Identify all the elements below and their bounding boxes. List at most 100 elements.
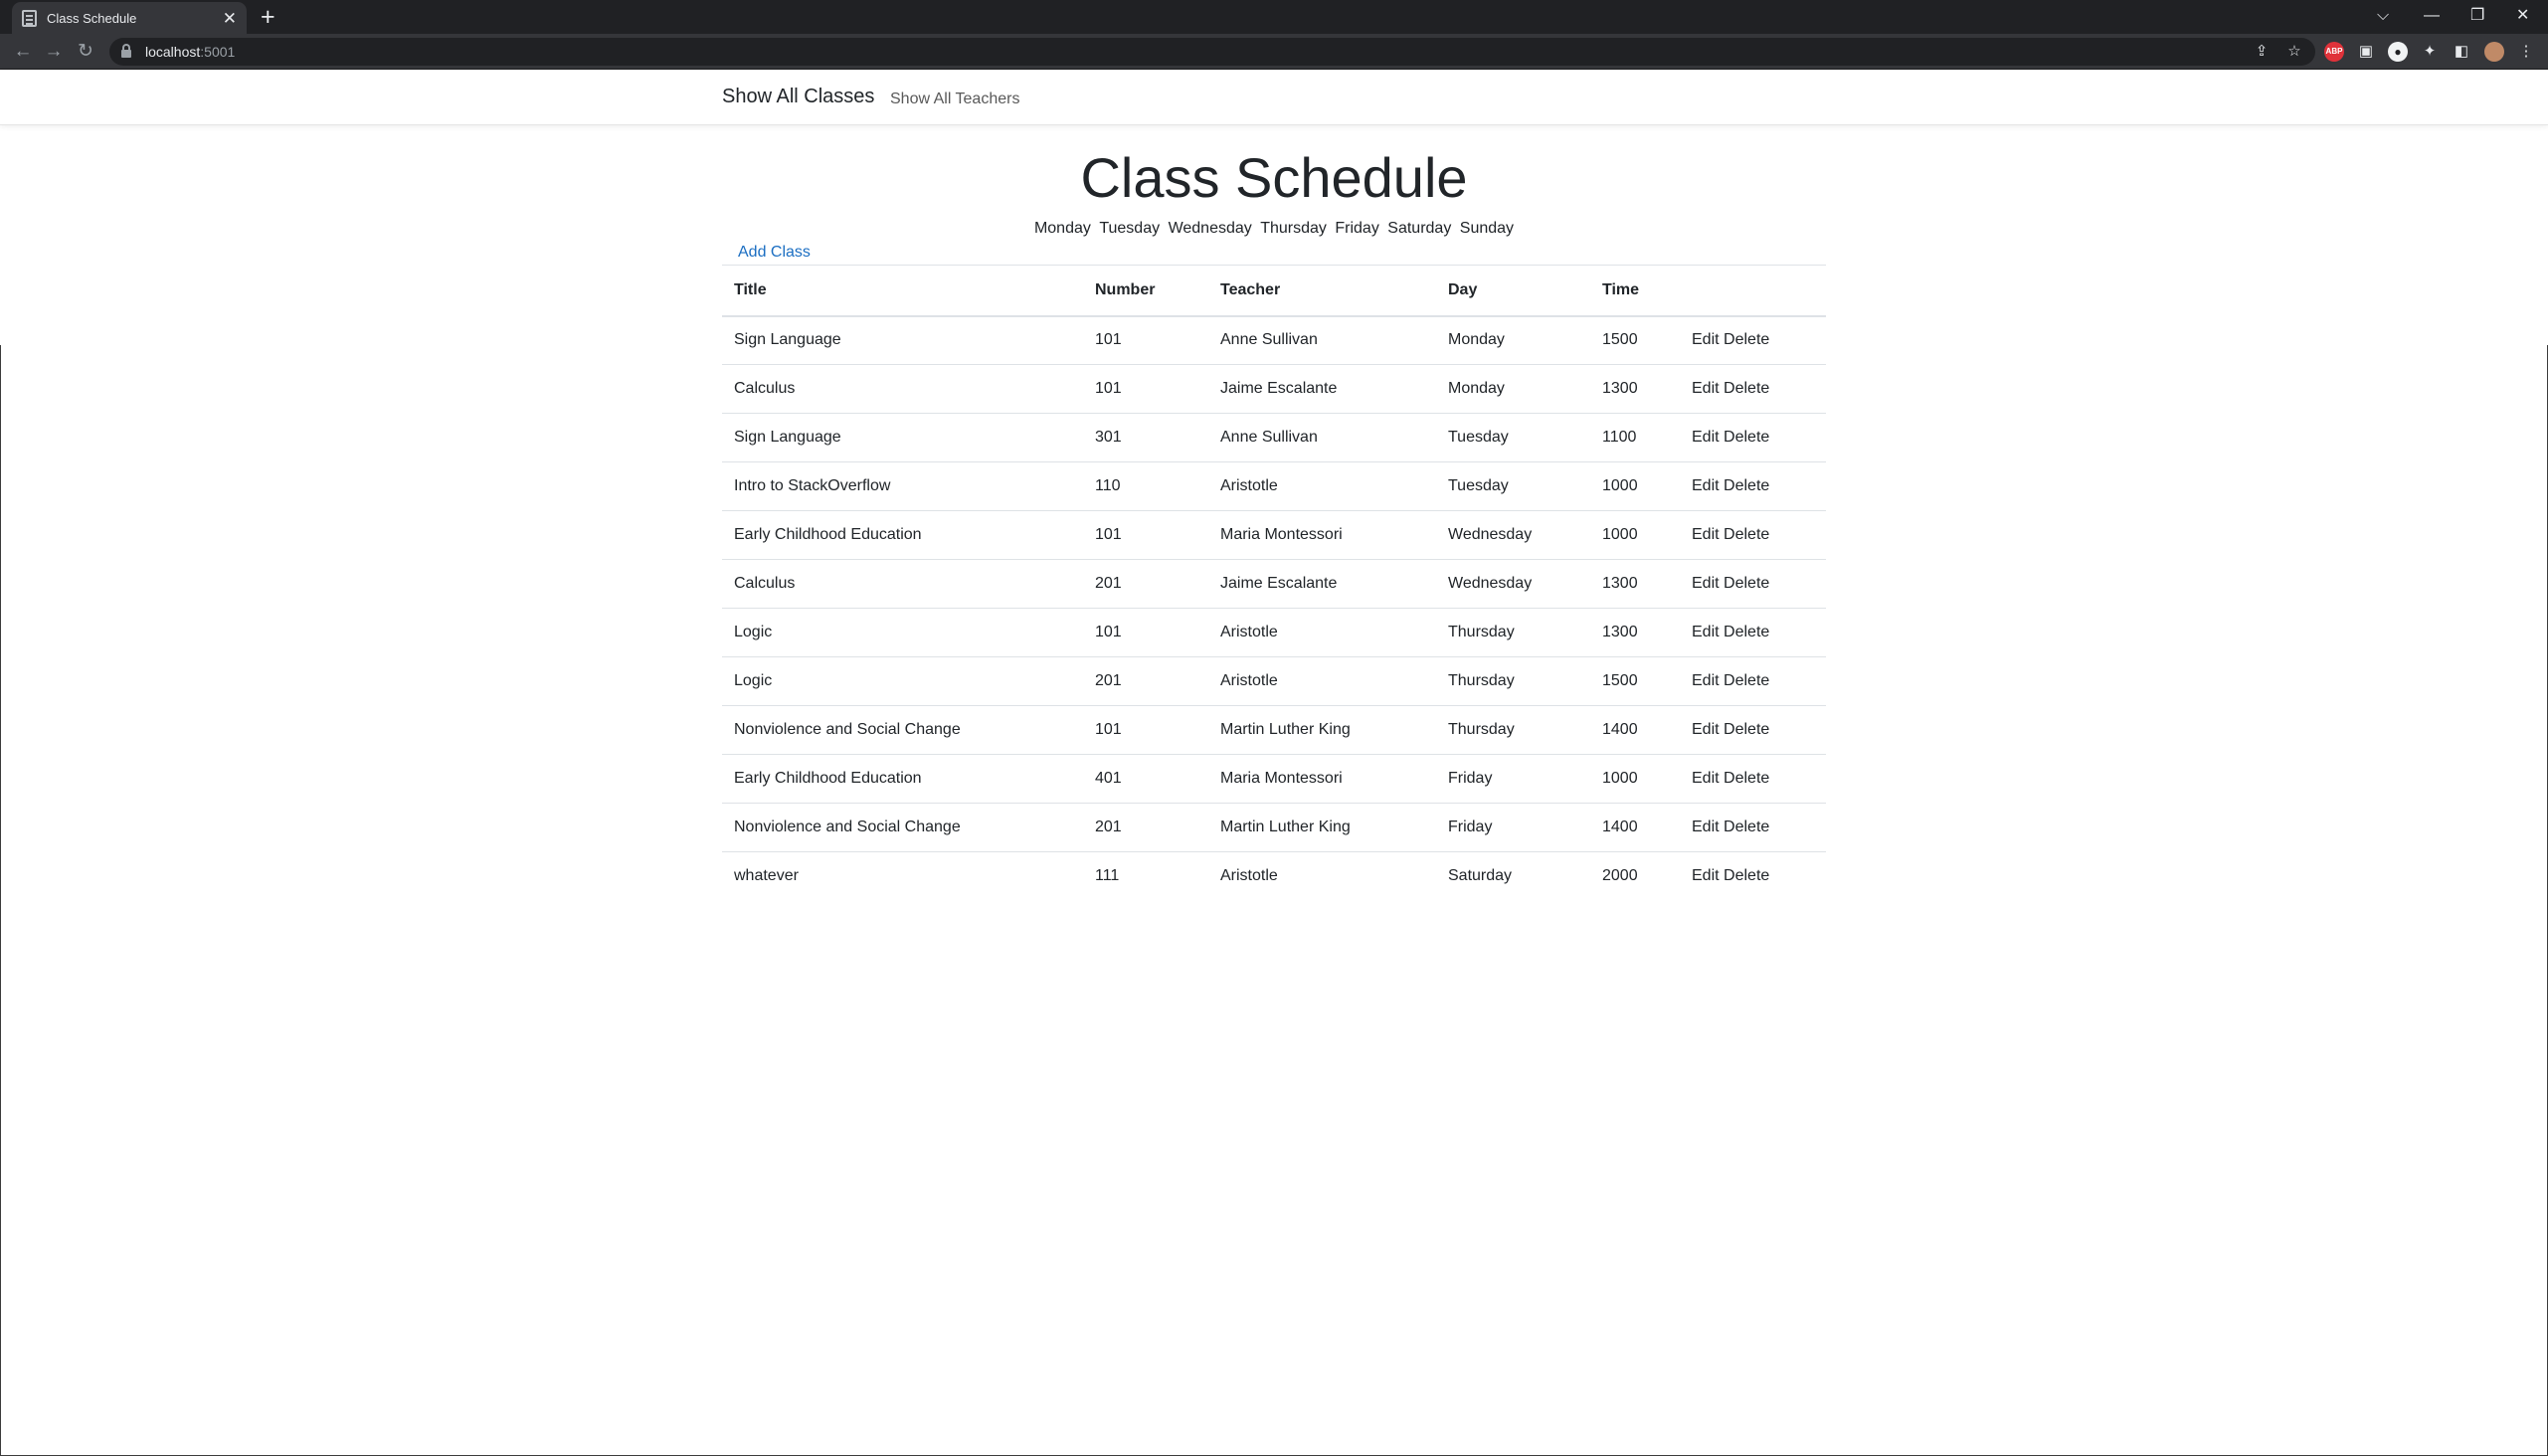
edit-link[interactable]: Edit (1692, 380, 1720, 397)
cell-title: Intro to StackOverflow (722, 461, 1083, 511)
delete-link[interactable]: Delete (1724, 380, 1769, 397)
cell-actions: Edit Delete (1680, 705, 1826, 755)
delete-link[interactable]: Delete (1724, 526, 1769, 543)
cell-title: Sign Language (722, 315, 1083, 365)
column-header-number: Number (1083, 265, 1208, 317)
close-tab-icon[interactable]: ✕ (223, 10, 237, 27)
bookmark-star-icon[interactable]: ☆ (2284, 42, 2304, 62)
edit-link[interactable]: Edit (1692, 867, 1720, 884)
edit-link[interactable]: Edit (1692, 770, 1720, 787)
table-row: Sign Language 101 Anne Sullivan Monday 1500 E… (722, 315, 1826, 365)
extensions-puzzle-icon[interactable]: ✦ (2420, 42, 2440, 62)
table-row: Logic 101 Aristotle Thursday 1300 Edit Delete (722, 608, 1826, 657)
cell-day: Monday (1436, 315, 1590, 365)
adblock-extension-icon[interactable]: ABP (2324, 42, 2344, 62)
delete-link[interactable]: Delete (1724, 770, 1769, 787)
delete-link[interactable]: Delete (1724, 624, 1769, 640)
day-link-tuesday[interactable]: Tuesday (1099, 220, 1160, 237)
tab-search-icon[interactable]: ⌵ (2377, 3, 2389, 29)
cell-number: 401 (1083, 754, 1208, 804)
cell-teacher: Anne Sullivan (1208, 315, 1436, 365)
delete-link[interactable]: Delete (1724, 477, 1769, 494)
day-link-friday[interactable]: Friday (1335, 220, 1378, 237)
delete-link[interactable]: Delete (1724, 721, 1769, 738)
table-row: Nonviolence and Social Change 201 Martin L… (722, 803, 1826, 852)
show-all-teachers-link[interactable]: Show All Teachers (890, 91, 1019, 108)
reload-icon[interactable]: ↻ (73, 39, 98, 65)
table-row: Calculus 101 Jaime Escalante Monday 1300 Edit… (722, 364, 1826, 414)
cell-day: Monday (1436, 364, 1590, 414)
cell-title: Nonviolence and Social Change (722, 803, 1083, 852)
profile-avatar[interactable] (2484, 42, 2504, 62)
table-row: Intro to StackOverflow 110 Aristotle Tuesda… (722, 461, 1826, 511)
table-row: whatever 111 Aristotle Saturday 2000 Edit Del… (722, 852, 1826, 901)
edit-link[interactable]: Edit (1692, 429, 1720, 446)
cell-number: 301 (1083, 413, 1208, 462)
restore-button[interactable]: ❐ (2470, 3, 2484, 29)
cell-actions: Edit Delete (1680, 754, 1826, 804)
cell-teacher: Maria Montessori (1208, 754, 1436, 804)
day-link-monday[interactable]: Monday (1034, 220, 1091, 237)
table-row: Early Childhood Education 401 Maria Montes… (722, 754, 1826, 804)
minimize-button[interactable]: — (2424, 3, 2440, 29)
cell-teacher: Aristotle (1208, 608, 1436, 657)
day-link-wednesday[interactable]: Wednesday (1169, 220, 1252, 237)
cell-number: 110 (1083, 461, 1208, 511)
edit-link[interactable]: Edit (1692, 624, 1720, 640)
delete-link[interactable]: Delete (1724, 331, 1769, 348)
cell-number: 101 (1083, 608, 1208, 657)
edit-link[interactable]: Edit (1692, 672, 1720, 689)
cell-title: Early Childhood Education (722, 754, 1083, 804)
menu-kebab-icon[interactable]: ⋮ (2516, 42, 2536, 62)
cell-time: 1300 (1590, 608, 1680, 657)
cell-number: 101 (1083, 705, 1208, 755)
cell-day: Friday (1436, 754, 1590, 804)
table-header-row: Title Number Teacher Day Time (722, 265, 1826, 317)
cell-teacher: Aristotle (1208, 461, 1436, 511)
close-window-button[interactable]: ✕ (2516, 3, 2529, 29)
show-all-classes-link[interactable]: Show All Classes (722, 86, 874, 108)
edit-link[interactable]: Edit (1692, 477, 1720, 494)
cell-day: Thursday (1436, 656, 1590, 706)
delete-link[interactable]: Delete (1724, 429, 1769, 446)
delete-link[interactable]: Delete (1724, 672, 1769, 689)
day-link-thursday[interactable]: Thursday (1260, 220, 1327, 237)
address-bar[interactable]: localhost:5001 (109, 38, 2315, 66)
cell-number: 101 (1083, 364, 1208, 414)
column-header-teacher: Teacher (1208, 265, 1436, 317)
edit-link[interactable]: Edit (1692, 331, 1720, 348)
side-panel-icon[interactable]: ◧ (2452, 42, 2471, 62)
day-link-saturday[interactable]: Saturday (1387, 220, 1451, 237)
edit-link[interactable]: Edit (1692, 526, 1720, 543)
cell-title: Logic (722, 608, 1083, 657)
edit-link[interactable]: Edit (1692, 721, 1720, 738)
image-extension-icon[interactable]: ▣ (2356, 42, 2376, 62)
cell-actions: Edit Delete (1680, 413, 1826, 462)
edit-link[interactable]: Edit (1692, 819, 1720, 835)
share-icon[interactable]: ⇪ (2252, 42, 2272, 62)
cell-teacher: Maria Montessori (1208, 510, 1436, 560)
lock-icon[interactable] (121, 44, 131, 58)
cell-number: 111 (1095, 867, 1120, 885)
cell-number: 201 (1083, 656, 1208, 706)
delete-link[interactable]: Delete (1724, 867, 1769, 884)
day-link-sunday[interactable]: Sunday (1460, 220, 1514, 237)
edit-link[interactable]: Edit (1692, 575, 1720, 592)
cell-day: Wednesday (1436, 510, 1590, 560)
delete-link[interactable]: Delete (1724, 819, 1769, 835)
browser-tab[interactable]: Class Schedule ✕ (12, 2, 247, 34)
add-class-link[interactable]: Add Class (738, 244, 811, 262)
cell-title: Sign Language (722, 413, 1083, 462)
back-arrow-icon[interactable]: ← (10, 39, 36, 65)
table-row: Nonviolence and Social Change 101 Martin L… (722, 705, 1826, 755)
delete-link[interactable]: Delete (1724, 575, 1769, 592)
web-page: Show All Classes Show All Teachers Class… (0, 71, 2548, 1456)
cell-teacher: Aristotle (1208, 656, 1436, 706)
cell-teacher: Jaime Escalante (1208, 559, 1436, 609)
page-title: Class Schedule (1080, 146, 1468, 209)
extension-circle-icon[interactable]: ● (2388, 42, 2408, 62)
new-tab-button[interactable]: + (261, 3, 275, 31)
cell-day: Friday (1436, 803, 1590, 852)
forward-arrow-icon[interactable]: → (41, 39, 67, 65)
cell-actions: Edit Delete (1680, 510, 1826, 560)
